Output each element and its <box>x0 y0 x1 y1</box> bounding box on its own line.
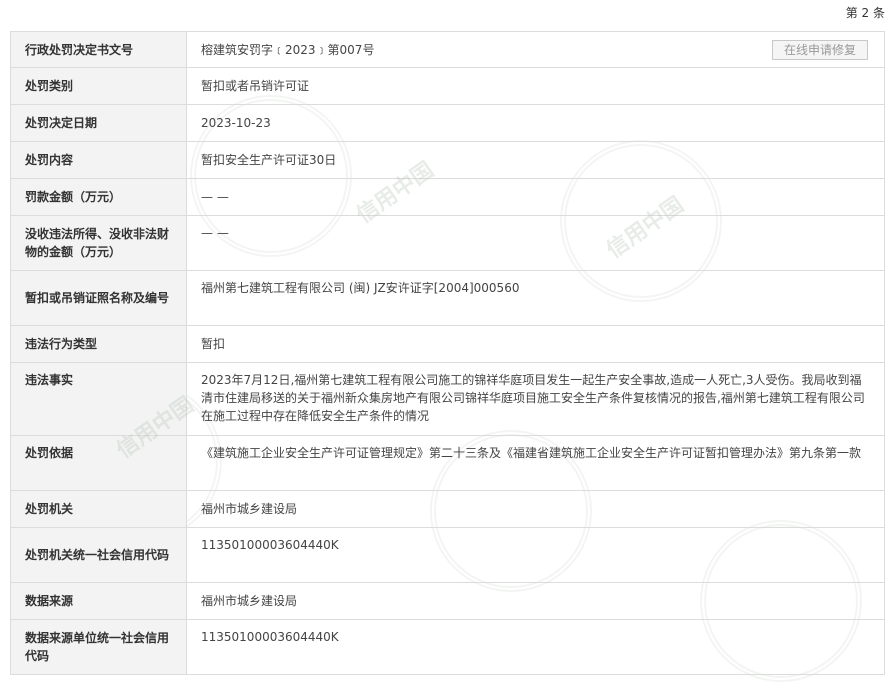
row-label: 处罚类别 <box>10 67 187 105</box>
record-count: 第 2 条 <box>845 6 885 20</box>
row-value: 2023-10-23 <box>186 104 885 142</box>
table-row: 处罚决定日期 2023-10-23 <box>10 104 885 142</box>
row-label: 处罚决定日期 <box>10 104 187 142</box>
table-row: 行政处罚决定书文号 榕建筑安罚字﹝2023﹞第007号 在线申请修复 <box>10 31 885 68</box>
row-value-cell: 榕建筑安罚字﹝2023﹞第007号 在线申请修复 <box>186 31 885 68</box>
record-detail-table: 行政处罚决定书文号 榕建筑安罚字﹝2023﹞第007号 在线申请修复 处罚类别 … <box>10 31 885 675</box>
row-label: 处罚内容 <box>10 141 187 179</box>
row-value: 暂扣或者吊销许可证 <box>186 67 885 105</box>
table-row: 暂扣或吊销证照名称及编号 福州第七建筑工程有限公司 (闽) JZ安许证字[200… <box>10 270 885 326</box>
table-row: 处罚依据 《建筑施工企业安全生产许可证管理规定》第二十三条及《福建省建筑施工企业… <box>10 435 885 491</box>
table-row: 处罚机关统一社会信用代码 11350100003604440K <box>10 527 885 583</box>
row-value: 暂扣安全生产许可证30日 <box>186 141 885 179</box>
row-label: 处罚机关 <box>10 490 187 528</box>
row-value: 《建筑施工企业安全生产许可证管理规定》第二十三条及《福建省建筑施工企业安全生产许… <box>186 435 885 491</box>
row-value: 2023年7月12日,福州第七建筑工程有限公司施工的锦祥华庭项目发生一起生产安全… <box>186 362 885 436</box>
table-row: 违法行为类型 暂扣 <box>10 325 885 363</box>
row-label: 数据来源单位统一社会信用代码 <box>10 619 187 675</box>
row-value: — — <box>186 215 885 271</box>
table-row: 数据来源 福州市城乡建设局 <box>10 582 885 620</box>
online-repair-button[interactable]: 在线申请修复 <box>771 40 868 60</box>
row-value: — — <box>186 178 885 216</box>
row-value: 榕建筑安罚字﹝2023﹞第007号 <box>201 42 375 57</box>
table-row: 处罚类别 暂扣或者吊销许可证 <box>10 67 885 105</box>
row-value: 福州市城乡建设局 <box>186 582 885 620</box>
table-row: 处罚机关 福州市城乡建设局 <box>10 490 885 528</box>
row-label: 处罚依据 <box>10 435 187 491</box>
row-value: 11350100003604440K <box>186 527 885 583</box>
table-row: 数据来源单位统一社会信用代码 11350100003604440K <box>10 619 885 675</box>
table-row: 处罚内容 暂扣安全生产许可证30日 <box>10 141 885 179</box>
row-value: 福州市城乡建设局 <box>186 490 885 528</box>
row-label: 违法行为类型 <box>10 325 187 363</box>
row-value: 11350100003604440K <box>186 619 885 675</box>
row-label: 没收违法所得、没收非法财物的金额（万元） <box>10 215 187 271</box>
table-row: 违法事实 2023年7月12日,福州第七建筑工程有限公司施工的锦祥华庭项目发生一… <box>10 362 885 436</box>
row-label: 数据来源 <box>10 582 187 620</box>
row-value: 福州第七建筑工程有限公司 (闽) JZ安许证字[2004]000560 <box>186 270 885 326</box>
row-value: 暂扣 <box>186 325 885 363</box>
row-label: 违法事实 <box>10 362 187 436</box>
row-label: 暂扣或吊销证照名称及编号 <box>10 270 187 326</box>
row-label: 罚款金额（万元） <box>10 178 187 216</box>
table-row: 没收违法所得、没收非法财物的金额（万元） — — <box>10 215 885 271</box>
table-row: 罚款金额（万元） — — <box>10 178 885 216</box>
row-label: 处罚机关统一社会信用代码 <box>10 527 187 583</box>
row-label: 行政处罚决定书文号 <box>10 31 187 68</box>
